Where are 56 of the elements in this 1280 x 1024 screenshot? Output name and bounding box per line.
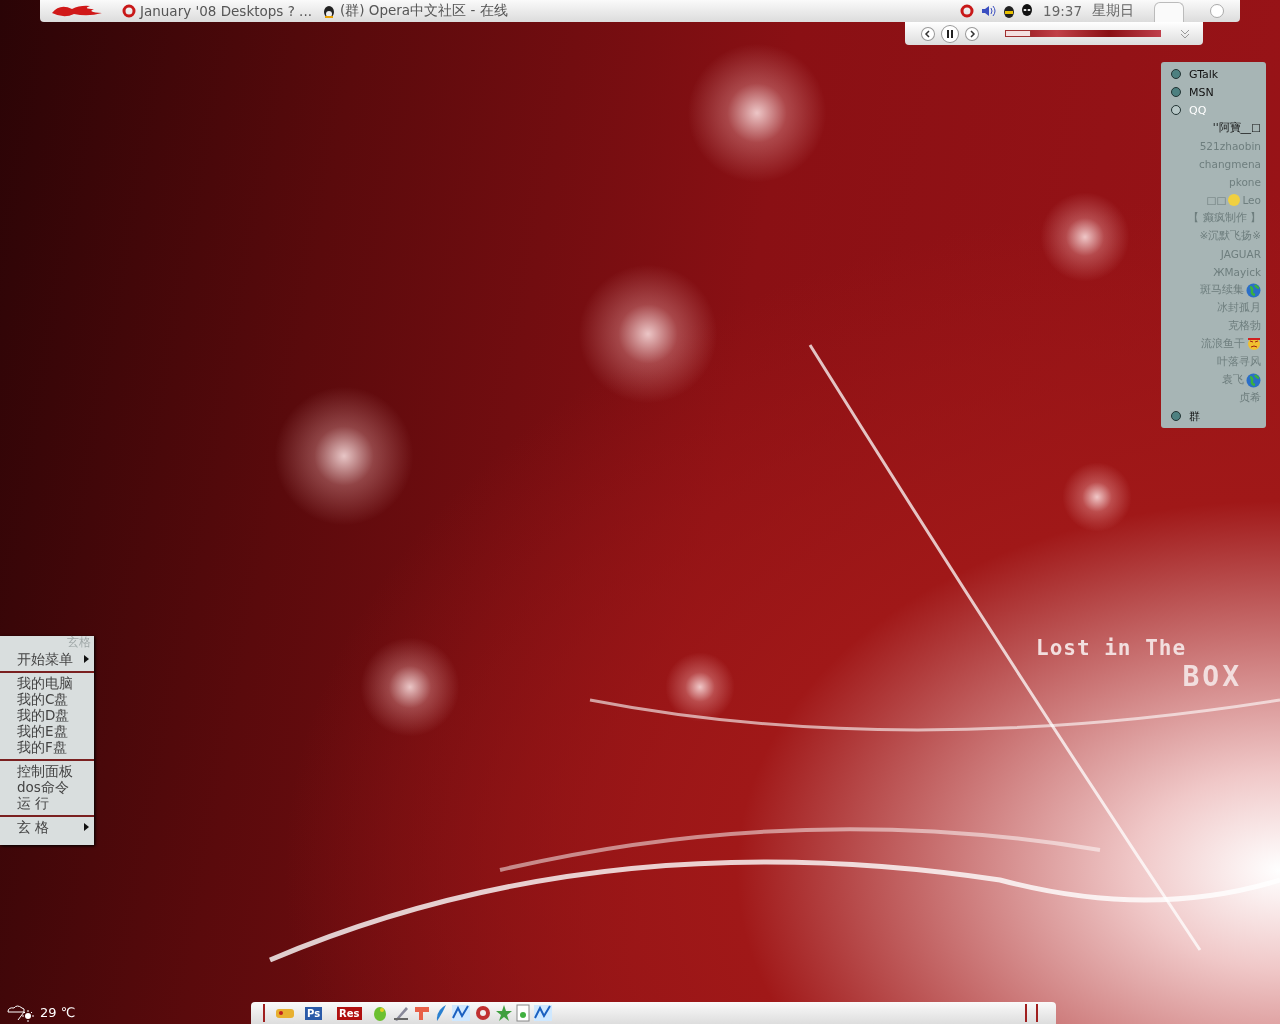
circle-logo-icon[interactable] — [959, 3, 976, 19]
menu-item[interactable]: 开始菜单 — [17, 651, 94, 667]
shield-icon[interactable] — [473, 1004, 492, 1022]
penguin-icon — [322, 3, 336, 19]
pause-button[interactable] — [940, 24, 959, 43]
account-item[interactable]: GTalk — [1171, 65, 1261, 83]
submenu-arrow-icon — [84, 823, 89, 831]
alien-head-icon[interactable] — [1021, 3, 1034, 19]
double-chevron-icon[interactable] — [1179, 27, 1191, 40]
cloud-sun-icon — [6, 1002, 36, 1022]
menu-item[interactable]: dos命令 — [17, 779, 94, 795]
menu-item[interactable]: 控制面板 — [17, 763, 94, 779]
smiley-icon — [1228, 194, 1241, 206]
menu-item[interactable]: 我的C盘 — [17, 691, 94, 707]
angry-face-icon — [1247, 337, 1261, 351]
taskbar-task[interactable]: (群) Opera中文社区 - 在线 — [322, 2, 508, 20]
document-icon[interactable] — [515, 1004, 530, 1022]
app-tile-icon[interactable]: Res — [337, 1006, 362, 1020]
weekday-label: 星期日 — [1092, 2, 1134, 20]
menu-item[interactable]: 我的F盘 — [17, 739, 94, 755]
menu-item[interactable]: 玄 格 — [17, 819, 94, 835]
globe-icon — [1246, 372, 1261, 388]
caret-left-icon — [923, 29, 932, 38]
account-name: MSN — [1189, 85, 1214, 99]
menu-item[interactable]: 我的D盘 — [17, 707, 94, 723]
wave-icon[interactable] — [450, 1004, 471, 1022]
wave-icon[interactable] — [532, 1004, 553, 1022]
submenu-arrow-icon — [84, 655, 89, 663]
pause-icon — [944, 28, 955, 39]
next-button[interactable] — [964, 26, 979, 41]
pen-icon[interactable] — [391, 1004, 410, 1022]
temperature-label: 29 ℃ — [40, 1004, 76, 1020]
menu-item[interactable]: 我的E盘 — [17, 723, 94, 739]
account-name: 群 — [1189, 408, 1200, 424]
penguin-icon[interactable] — [1003, 3, 1016, 19]
account-name: GTalk — [1189, 67, 1219, 81]
taskbar-task[interactable]: January '08 Desktops ? ... — [122, 3, 312, 19]
wallpaper-text: BOX — [1182, 660, 1242, 693]
account-name: QQ — [1189, 103, 1207, 117]
progress-track[interactable] — [1004, 30, 1162, 37]
speaker-icon[interactable] — [981, 4, 998, 18]
menu-item[interactable]: 我的电脑 — [17, 675, 94, 691]
wallpaper-text: Lost in The — [1036, 636, 1187, 660]
buddy-name[interactable]: ''阿寶__□ — [1212, 121, 1261, 135]
tab-handle[interactable] — [1154, 1, 1184, 23]
account-item[interactable]: 群 — [1171, 407, 1261, 425]
globe-icon — [1246, 282, 1261, 298]
app-tile-icon[interactable]: Ps — [305, 1006, 323, 1020]
account-item[interactable]: MSN — [1171, 83, 1261, 101]
previous-button[interactable] — [921, 26, 935, 41]
clock-time: 19:37 — [1043, 3, 1082, 19]
hammer-icon[interactable] — [412, 1004, 431, 1022]
circle-logo-icon — [122, 4, 136, 18]
star-icon[interactable] — [494, 1004, 513, 1022]
menu-item[interactable]: 运 行 — [17, 795, 94, 811]
caret-right-icon — [967, 29, 976, 38]
